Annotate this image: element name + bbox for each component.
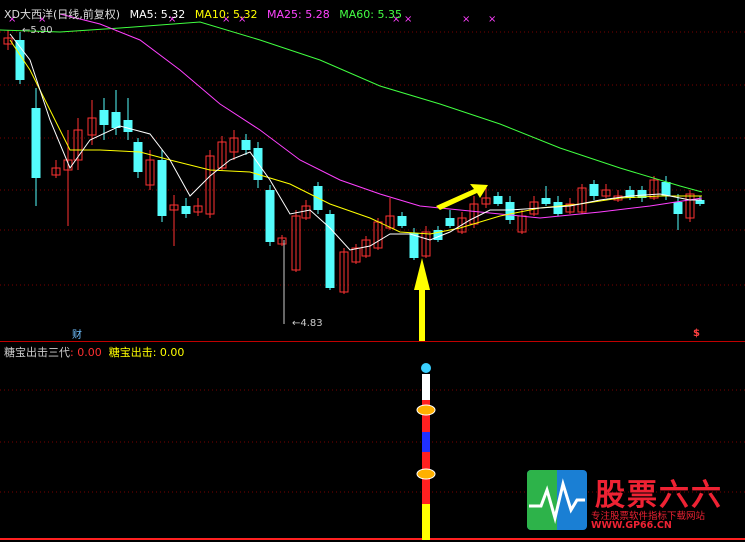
main-chart-panel[interactable]: × × × × × × × × × XD大西洋(日线,前复权) MA5: 5.32 MA10: … — [0, 0, 745, 342]
finance-marker-icon[interactable]: 财 — [72, 326, 82, 341]
gold-ingot-icon — [416, 404, 436, 416]
candle-body-down — [695, 200, 705, 204]
ma60-label: MA60: 5.35 — [339, 8, 402, 21]
candle-body-down — [541, 198, 551, 204]
candle-body-down — [265, 190, 275, 242]
signal-bar-segment — [422, 504, 430, 540]
dividend-marker-icon[interactable]: $ — [693, 328, 700, 339]
watermark-logo: 股票六六 专注股票软件指标下载网站 WWW.GP66.CN — [525, 468, 743, 540]
candle-body-down — [445, 218, 455, 226]
diagonal-arrow-icon — [436, 184, 488, 210]
candle-body-down — [589, 184, 599, 196]
candle-body-down — [31, 108, 41, 178]
indicator2-value: 0.00 — [156, 346, 185, 359]
x-marker-icon: × — [462, 14, 470, 25]
candle-body-down — [241, 140, 251, 150]
up-arrow-icon — [414, 258, 430, 342]
candle-body-down — [111, 112, 121, 128]
signal-dot-icon — [421, 363, 431, 373]
logo-chart-icon — [527, 470, 587, 530]
chart-header: XD大西洋(日线,前复权) MA5: 5.32 MA10: 5.32 MA25:… — [4, 6, 408, 22]
ma10-label: MA10: 5.32 — [194, 8, 258, 21]
candle-body-down — [181, 206, 191, 214]
candle-body-down — [553, 202, 563, 214]
ma5-label: MA5: 5.32 — [129, 8, 186, 21]
candle-body-down — [493, 196, 503, 204]
indicator1-name: 糖宝出击三代 — [4, 346, 70, 359]
signal-bar-segment — [422, 432, 430, 452]
gold-ingot-icon — [416, 468, 436, 480]
watermark-url: WWW.GP66.CN — [591, 520, 672, 531]
indicator1-value: : 0.00 — [70, 346, 102, 359]
candle-body-down — [157, 160, 167, 216]
x-marker-icon: × — [488, 14, 496, 25]
ma25-label: MA25: 5.28 — [267, 8, 330, 21]
candle-body-down — [409, 233, 419, 258]
ma10-line — [9, 39, 702, 235]
candle-body-down — [505, 202, 515, 220]
candle-body-down — [133, 142, 143, 172]
indicator-header: 糖宝出击三代: 0.00 糖宝出击: 0.00 — [4, 344, 184, 360]
candle-body-down — [397, 216, 407, 226]
candle-body-down — [123, 120, 133, 132]
ma5-line — [9, 33, 702, 251]
candle-body-down — [673, 202, 683, 214]
signal-bar-segment — [422, 374, 430, 400]
candle-body-down — [661, 182, 671, 196]
stock-title: XD大西洋(日线,前复权) — [4, 8, 121, 21]
candle-body-down — [99, 110, 109, 125]
indicator2-name: 糖宝出击: — [108, 346, 157, 359]
low-price-label: ←4.83 — [292, 318, 323, 329]
ma60-line — [0, 21, 703, 193]
candlestick-chart[interactable]: × × × × × × ×× × — [0, 0, 745, 342]
high-price-label: ←5.90 — [22, 25, 53, 36]
